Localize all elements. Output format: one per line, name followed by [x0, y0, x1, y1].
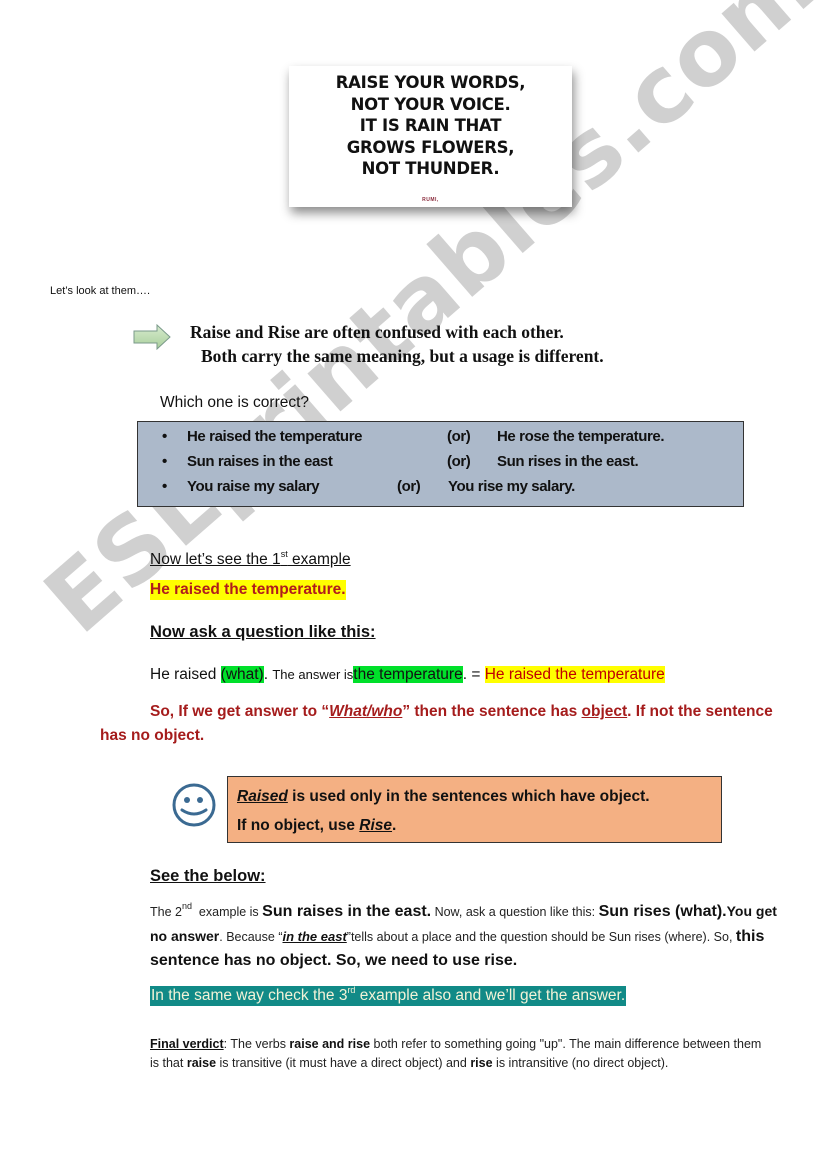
quote-line: NOT YOUR VOICE. [350, 94, 511, 114]
example-3-hint: In the same way check the 3rd example al… [150, 986, 627, 1006]
option-b: He rose the temperature. [497, 428, 665, 445]
question-sentence: Sun rises (what). [598, 903, 727, 920]
quote-line: NOT THUNDER. [361, 159, 500, 178]
final-verdict: Final verdict: The verbs raise and rise … [150, 1035, 770, 1073]
quote-line: GROWS FLOWERS, [346, 137, 515, 157]
options-box: • He raised the temperature (or) He rose… [137, 421, 744, 507]
place-emphasis: in the east [282, 929, 347, 944]
ask-question-line: He raised (what). The answer isthe tempe… [150, 666, 665, 684]
quote-author: RUMI, [422, 197, 439, 203]
option-or: (or) [447, 428, 471, 445]
quote-line: IT IS RAIN THAT [359, 116, 502, 135]
what-highlight: (what) [220, 666, 264, 683]
text: is transitive (it must have a direct obj… [216, 1056, 471, 1070]
option-or: (or) [397, 478, 421, 495]
quote-image: RAISE YOUR WORDS, NOT YOUR VOICE. IT IS … [289, 66, 572, 207]
option-b: Sun rises in the east. [497, 453, 639, 470]
section-1-title: Now let’s see the 1st example [150, 549, 351, 569]
text: is intransitive (no direct object). [492, 1056, 669, 1070]
rule-box: Raised is used only in the sentences whi… [227, 776, 722, 843]
text: ”tells about a place and the question sh… [346, 930, 736, 944]
question-heading: Which one is correct? [160, 394, 310, 411]
title-text: example [287, 551, 351, 568]
result-highlight: He raised the temperature [484, 666, 665, 683]
text: is used only in the sentences which have… [287, 788, 650, 805]
headline-line-2: Both carry the same meaning, but a usage… [201, 346, 604, 366]
text: example is [191, 905, 263, 919]
text: . Because “ [219, 930, 283, 944]
object-emphasis: object [581, 703, 628, 720]
text: If no object, use [237, 817, 360, 834]
rule-line-1: Raised is used only in the sentences whi… [237, 782, 712, 811]
answer-highlight: the temperature [353, 666, 463, 683]
quote-text: RAISE YOUR WORDS, NOT YOUR VOICE. IT IS … [289, 72, 572, 180]
text: . = [462, 666, 485, 683]
option-b: You rise my salary. [448, 478, 575, 495]
text: So, If we get answer to “ [150, 703, 330, 720]
text: In the same way check the 3 [151, 987, 348, 1004]
example-1-sentence: He raised the temperature. [150, 580, 346, 600]
what-who-emphasis: What/who [329, 703, 403, 720]
text: : The verbs [223, 1037, 290, 1051]
bold-text: raise and rise [289, 1037, 371, 1051]
option-a: Sun raises in the east [187, 453, 333, 470]
text: ” then the sentence has [402, 703, 582, 720]
intro-text: Let’s look at them…. [50, 285, 151, 297]
text: The answer is [272, 667, 354, 682]
text: example also and we’ll get the answer. [355, 987, 626, 1004]
object-explanation: So, If we get answer to “What/who” then … [100, 700, 780, 748]
option-a: You raise my salary [187, 478, 320, 495]
title-text: Now let’s see the 1 [150, 551, 281, 568]
headline-line-1: Raise and Rise are often confused with e… [190, 322, 564, 342]
bullet: • [162, 478, 167, 495]
text: The 2 [150, 905, 182, 919]
text: He raised [150, 666, 221, 683]
text: . [392, 817, 397, 834]
rule-line-2: If no object, use Rise. [237, 811, 712, 840]
ask-question-title: Now ask a question like this: [150, 623, 376, 641]
bullet: • [162, 453, 167, 470]
bold-text: raise [186, 1056, 217, 1070]
raised-emphasis: Raised [237, 788, 288, 805]
rise-emphasis: Rise [359, 817, 393, 834]
right-arrow-icon [133, 324, 171, 350]
bold-text: rise [470, 1056, 493, 1070]
smiley-face-icon [172, 783, 216, 827]
bullet: • [162, 428, 167, 445]
ordinal-suffix: st [280, 549, 288, 559]
example-2-paragraph: The 2nd example is Sun raises in the eas… [150, 899, 790, 973]
section-2-title: See the below: [150, 867, 266, 885]
headline: Raise and Rise are often confused with e… [190, 320, 604, 368]
text: Now, ask a question like this: [431, 905, 599, 919]
quote-line: RAISE YOUR WORDS, [335, 73, 526, 92]
example-sentence: Sun raises in the east. [262, 903, 432, 920]
ordinal-suffix: nd [181, 901, 192, 911]
option-or: (or) [447, 453, 471, 470]
verdict-label: Final verdict [150, 1037, 224, 1051]
option-a: He raised the temperature [187, 428, 363, 445]
